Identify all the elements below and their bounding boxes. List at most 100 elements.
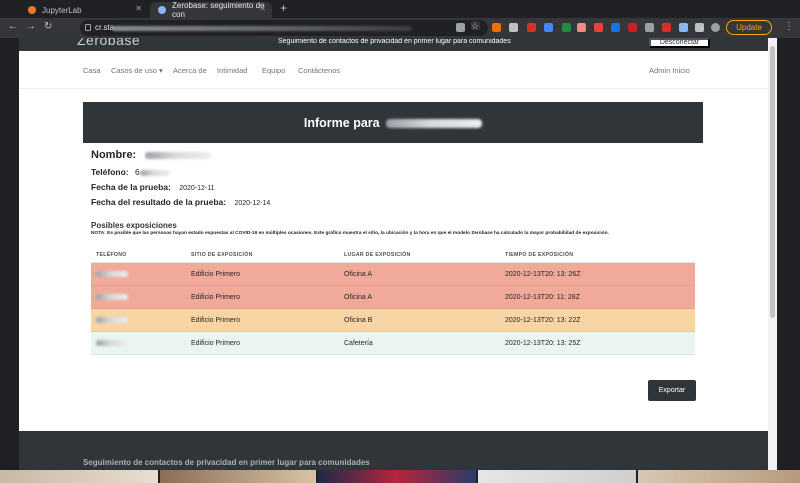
- nav-acerca-de[interactable]: Acerca de: [173, 66, 207, 75]
- cell-time: 2020-12-13T20: 13: 25Z: [505, 340, 581, 347]
- jupyter-icon: [28, 6, 36, 14]
- main-nav: Casa Casos de uso ▾ Acerca de Intimidad …: [19, 51, 768, 89]
- table-row: Edificio Primero Oficina B 2020-12-13T20…: [91, 309, 695, 332]
- col-lugar: LUGAR DE EXPOSICIÓN: [344, 252, 411, 258]
- cell-place: Oficina B: [344, 317, 373, 324]
- puzzle-icon[interactable]: [695, 23, 704, 32]
- update-button[interactable]: Update: [726, 20, 772, 35]
- extension-icon[interactable]: [577, 23, 586, 32]
- video-tiles-strip: [0, 470, 800, 483]
- browser-tab-bar: JupyterLab ✕ Zerobase: seguimiento de co…: [0, 0, 800, 19]
- exposures-title: Posibles exposiciones: [91, 221, 177, 230]
- result-date-row: Fecha del resultado de la prueba: 2020-1…: [91, 197, 270, 207]
- redacted-name: [386, 118, 483, 128]
- extension-icon[interactable]: [628, 23, 637, 32]
- disconnect-button[interactable]: Desconectar: [649, 38, 710, 48]
- exposures-note: NOTA: Es posible que las personas hayan …: [91, 231, 609, 236]
- cell-place: Oficina A: [344, 294, 373, 301]
- cell-site: Edificio Primero: [191, 271, 241, 278]
- left-margin: [0, 38, 19, 470]
- extension-icon[interactable]: [662, 23, 671, 32]
- nav-casos-de-uso[interactable]: Casos de uso ▾: [111, 66, 163, 75]
- extension-icon[interactable]: [645, 23, 654, 32]
- tab-jupyterlab[interactable]: JupyterLab ✕: [20, 2, 148, 18]
- tab-title: Zerobase: seguimiento de con: [172, 1, 265, 19]
- extension-icon[interactable]: [594, 23, 603, 32]
- extension-icon[interactable]: [679, 23, 688, 32]
- nav-intimidad[interactable]: Intimidad: [217, 66, 247, 75]
- redacted-name-value: [145, 151, 212, 159]
- name-row: Nombre:: [91, 149, 212, 161]
- cell-site: Edificio Primero: [191, 317, 241, 324]
- extension-icon[interactable]: [492, 23, 501, 32]
- cell-time: 2020-12-13T20: 13: 22Z: [505, 317, 581, 324]
- col-tiempo: TIEMPO DE EXPOSICIÓN: [505, 252, 574, 258]
- col-sitio: SITIO DE EXPOSICIÓN: [191, 252, 253, 258]
- cell-site: Edificio Primero: [191, 340, 241, 347]
- report-banner: Informe para: [83, 102, 703, 143]
- reload-icon[interactable]: ↻: [44, 21, 52, 32]
- redacted-phone: [96, 294, 128, 300]
- report-title: Informe para: [303, 115, 483, 130]
- site-logo[interactable]: Zerobase: [77, 38, 140, 48]
- report-title-prefix: Informe para: [303, 115, 380, 130]
- forward-arrow-icon[interactable]: →: [26, 21, 36, 32]
- extension-icon[interactable]: [562, 23, 571, 32]
- new-tab-icon[interactable]: +: [280, 1, 287, 15]
- test-date-label: Fecha de la prueba:: [91, 182, 171, 192]
- extension-icon[interactable]: [509, 23, 518, 32]
- table-row: Edificio Primero Oficina A 2020-12-13T20…: [91, 263, 695, 286]
- browser-toolbar: ← → ↻ cr.sta ☆ Update ⋮: [0, 18, 800, 38]
- table-header: TELÉFONO SITIO DE EXPOSICIÓN LUGAR DE EX…: [91, 247, 695, 263]
- cell-place: Cafetería: [344, 340, 373, 347]
- redacted-phone: [96, 340, 128, 346]
- phone-row: Teléfono: 6: [91, 167, 170, 177]
- redacted-phone: [96, 271, 128, 277]
- test-date-value: 2020-12-11: [179, 185, 215, 192]
- install-icon[interactable]: [456, 23, 465, 32]
- star-icon[interactable]: ☆: [471, 21, 480, 31]
- result-date-value: 2020-12-14: [234, 200, 271, 207]
- footer-text: Seguimiento de contactos de privacidad e…: [83, 458, 370, 467]
- nav-casa[interactable]: Casa: [83, 66, 101, 75]
- video-tile: [318, 470, 476, 483]
- nav-contactenos[interactable]: Contáctenos: [298, 66, 340, 75]
- test-date-row: Fecha de la prueba: 2020-12-11: [91, 182, 215, 192]
- menu-kebab-icon[interactable]: ⋮: [784, 21, 794, 32]
- cell-time: 2020-12-13T20: 11: 28Z: [505, 294, 580, 301]
- phone-label: Teléfono:: [91, 167, 129, 177]
- extension-icon[interactable]: [527, 23, 536, 32]
- video-tile: [478, 470, 636, 483]
- site-favicon-icon: [158, 6, 166, 14]
- cell-site: Edificio Primero: [191, 294, 241, 301]
- result-date-label: Fecha del resultado de la prueba:: [91, 197, 227, 207]
- address-bar[interactable]: cr.sta: [80, 20, 488, 36]
- avatar[interactable]: [711, 23, 720, 32]
- redacted-phone: [96, 317, 128, 323]
- tab-zerobase[interactable]: Zerobase: seguimiento de con ✕: [150, 1, 272, 19]
- exposures-table: TELÉFONO SITIO DE EXPOSICIÓN LUGAR DE EX…: [91, 247, 695, 355]
- scrollbar-thumb[interactable]: [770, 46, 775, 318]
- close-icon[interactable]: ✕: [135, 4, 142, 13]
- site-footer: Seguimiento de contactos de privacidad e…: [19, 431, 768, 470]
- redacted-phone: [139, 169, 170, 176]
- close-icon[interactable]: ✕: [259, 4, 266, 13]
- url-redacted: [112, 26, 412, 31]
- nav-label: Casos de uso: [111, 66, 157, 75]
- nav-equipo[interactable]: Equipo: [262, 66, 285, 75]
- site-tagline: Seguimiento de contactos de privacidad e…: [278, 38, 511, 45]
- back-arrow-icon[interactable]: ←: [8, 21, 18, 32]
- cell-place: Oficina A: [344, 271, 373, 278]
- export-button[interactable]: Exportar: [648, 380, 696, 401]
- nav-admin-inicio[interactable]: Admin Inicio: [649, 66, 690, 75]
- extension-icon[interactable]: [611, 23, 620, 32]
- col-telefono: TELÉFONO: [96, 252, 127, 258]
- right-margin: [777, 38, 800, 470]
- tab-title: JupyterLab: [42, 5, 82, 15]
- name-label: Nombre:: [91, 149, 137, 161]
- site-header: Zerobase Seguimiento de contactos de pri…: [19, 38, 768, 51]
- extension-icon[interactable]: [544, 23, 553, 32]
- cell-time: 2020-12-13T20: 13: 26Z: [505, 271, 581, 278]
- page-viewport: Zerobase Seguimiento de contactos de pri…: [19, 38, 768, 470]
- table-row: Edificio Primero Oficina A 2020-12-13T20…: [91, 286, 695, 309]
